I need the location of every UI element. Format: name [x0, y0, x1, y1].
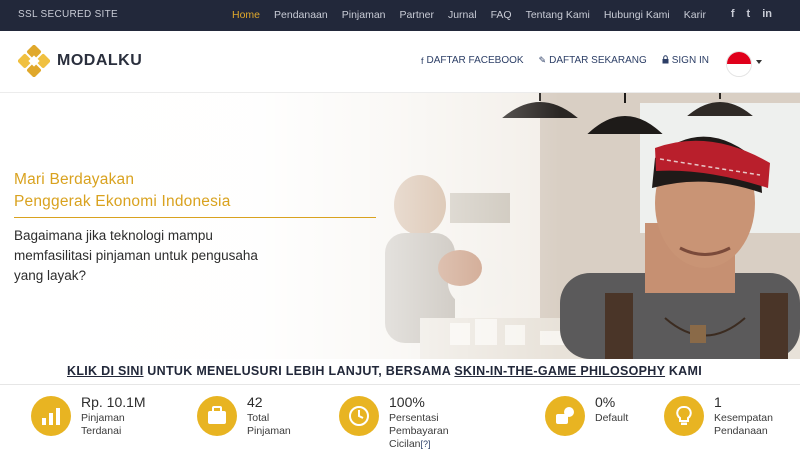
stat-value: 42: [247, 394, 263, 410]
modalku-logo-icon: [18, 45, 50, 77]
stat-label: Default: [595, 412, 629, 424]
cta-text-middle: UNTUK MENELUSURI LEBIH LANJUT, BERSAMA: [143, 364, 455, 378]
ssl-secured-label: SSL SECURED SITE: [18, 9, 119, 20]
daftar-sekarang-button[interactable]: ✎ DAFTAR SEKARANG: [539, 55, 647, 66]
top-nav-jurnal[interactable]: Jurnal: [448, 9, 477, 21]
linkedin-icon[interactable]: in: [762, 8, 772, 20]
hero-headline-line-1: Mari Berdayakan: [14, 171, 135, 188]
briefcase-icon: [197, 396, 237, 436]
stat-value: 0%: [595, 394, 616, 410]
top-nav-pinjaman[interactable]: Pinjaman: [342, 9, 386, 21]
coins-icon: [545, 396, 585, 436]
cta-link-klik-di-sini[interactable]: KLIK DI SINI: [67, 364, 144, 378]
top-nav-faq[interactable]: FAQ: [491, 9, 512, 21]
twitter-icon[interactable]: t: [747, 8, 751, 20]
stat-label-text: Persentasi Pembayaran Cicilan: [389, 412, 449, 450]
edit-icon: ✎: [538, 55, 547, 65]
stat-label: Kesempatan Pendanaan: [714, 412, 773, 437]
help-tooltip-icon[interactable]: [?]: [421, 439, 431, 449]
stat-label: Persentasi Pembayaran Cicilan[?]: [389, 412, 449, 450]
hero-headline: Mari Berdayakan Penggerak Ekonomi Indone…: [14, 169, 231, 213]
cta-text: KLIK DI SINI UNTUK MENELUSURI LEBIH LANJ…: [67, 364, 702, 378]
daftar-facebook-label: DAFTAR FACEBOOK: [426, 55, 524, 66]
social-links: f t in: [731, 8, 772, 20]
logo-text: MODALKU: [57, 52, 143, 69]
stat-label: Pinjaman Terdanai: [81, 412, 125, 437]
indonesia-flag-icon[interactable]: [726, 51, 752, 77]
main-header: MODALKU f DAFTAR FACEBOOK ✎ DAFTAR SEKAR…: [0, 31, 800, 93]
stats-bar: Rp. 10.1M Pinjaman Terdanai 42 Total Pin…: [0, 386, 800, 450]
top-nav-tentang-kami[interactable]: Tentang Kami: [526, 9, 590, 21]
hero-headline-line-2: Penggerak Ekonomi Indonesia: [14, 193, 231, 210]
lightbulb-icon: [664, 396, 704, 436]
header-nav: f DAFTAR FACEBOOK ✎ DAFTAR SEKARANG SIGN…: [421, 55, 709, 66]
top-bar: SSL SECURED SITE Home Pendanaan Pinjaman…: [0, 0, 800, 31]
top-nav: Home Pendanaan Pinjaman Partner Jurnal F…: [232, 9, 720, 21]
sign-in-label: SIGN IN: [671, 55, 709, 66]
hero-banner: Mari Berdayakan Penggerak Ekonomi Indone…: [0, 93, 800, 359]
top-nav-partner[interactable]: Partner: [400, 9, 434, 21]
top-nav-home[interactable]: Home: [232, 9, 260, 21]
lock-icon: [662, 55, 669, 66]
stat-label: Total Pinjaman: [247, 412, 291, 437]
chevron-down-icon[interactable]: [756, 60, 762, 64]
stat-value: 1: [714, 394, 722, 410]
cta-text-end: KAMI: [665, 364, 702, 378]
cta-link-philosophy[interactable]: SKIN-IN-THE-GAME PHILOSOPHY: [454, 364, 665, 378]
bar-chart-icon: [31, 396, 71, 436]
hero-subtext: Bagaimana jika teknologi mampu memfasili…: [14, 228, 258, 283]
cta-bar: KLIK DI SINI UNTUK MENELUSURI LEBIH LANJ…: [0, 359, 800, 385]
hero-divider: [14, 217, 376, 218]
facebook-icon[interactable]: f: [731, 8, 735, 20]
top-nav-karir[interactable]: Karir: [684, 9, 706, 21]
stat-value: 100%: [389, 394, 425, 410]
top-nav-pendanaan[interactable]: Pendanaan: [274, 9, 328, 21]
clock-icon: [339, 396, 379, 436]
daftar-facebook-button[interactable]: f DAFTAR FACEBOOK: [421, 55, 524, 66]
daftar-sekarang-label: DAFTAR SEKARANG: [549, 55, 647, 66]
logo[interactable]: MODALKU: [18, 45, 142, 77]
stat-value: Rp. 10.1M: [81, 394, 146, 410]
facebook-icon: f: [421, 55, 424, 66]
sign-in-button[interactable]: SIGN IN: [662, 55, 709, 66]
top-nav-hubungi-kami[interactable]: Hubungi Kami: [604, 9, 670, 21]
